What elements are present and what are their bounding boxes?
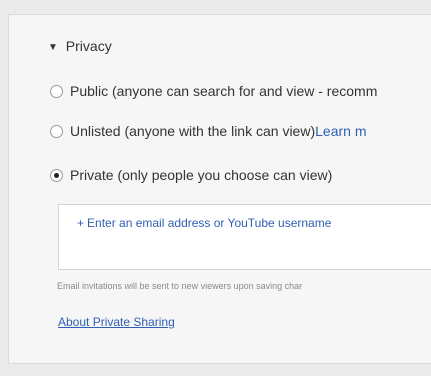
email-invitation-note: Email invitations will be sent to new vi… bbox=[57, 281, 303, 291]
privacy-option-private[interactable]: Private (only people you choose can view… bbox=[50, 167, 332, 183]
learn-more-link[interactable]: Learn m bbox=[315, 123, 366, 139]
add-email-link[interactable]: + Enter an email address or YouTube usern… bbox=[77, 216, 331, 230]
privacy-option-unlisted-label: Unlisted (anyone with the link can view) bbox=[70, 123, 316, 139]
about-private-sharing-link[interactable]: About Private Sharing bbox=[58, 315, 175, 329]
privacy-option-public-label: Public (anyone can search for and view -… bbox=[70, 83, 378, 99]
page: ▼ Privacy Public (anyone can search for … bbox=[0, 0, 431, 376]
radio-unlisted[interactable] bbox=[50, 124, 63, 138]
privacy-option-unlisted[interactable]: Unlisted (anyone with the link can view)… bbox=[50, 123, 366, 139]
privacy-header-label: Privacy bbox=[65, 38, 112, 54]
privacy-section-toggle[interactable]: ▼ Privacy bbox=[48, 38, 112, 54]
radio-selected-dot bbox=[54, 172, 59, 178]
privacy-panel bbox=[8, 14, 431, 364]
privacy-option-private-label: Private (only people you choose can view… bbox=[70, 167, 333, 183]
privacy-option-public[interactable]: Public (anyone can search for and view -… bbox=[50, 83, 377, 99]
radio-private[interactable] bbox=[50, 168, 63, 182]
plus-icon: + bbox=[77, 216, 85, 230]
triangle-down-icon: ▼ bbox=[48, 42, 58, 53]
email-input-box[interactable]: + Enter an email address or YouTube usern… bbox=[58, 204, 431, 270]
email-prompt-label: Enter an email address or YouTube userna… bbox=[87, 216, 332, 230]
radio-public[interactable] bbox=[50, 84, 63, 98]
